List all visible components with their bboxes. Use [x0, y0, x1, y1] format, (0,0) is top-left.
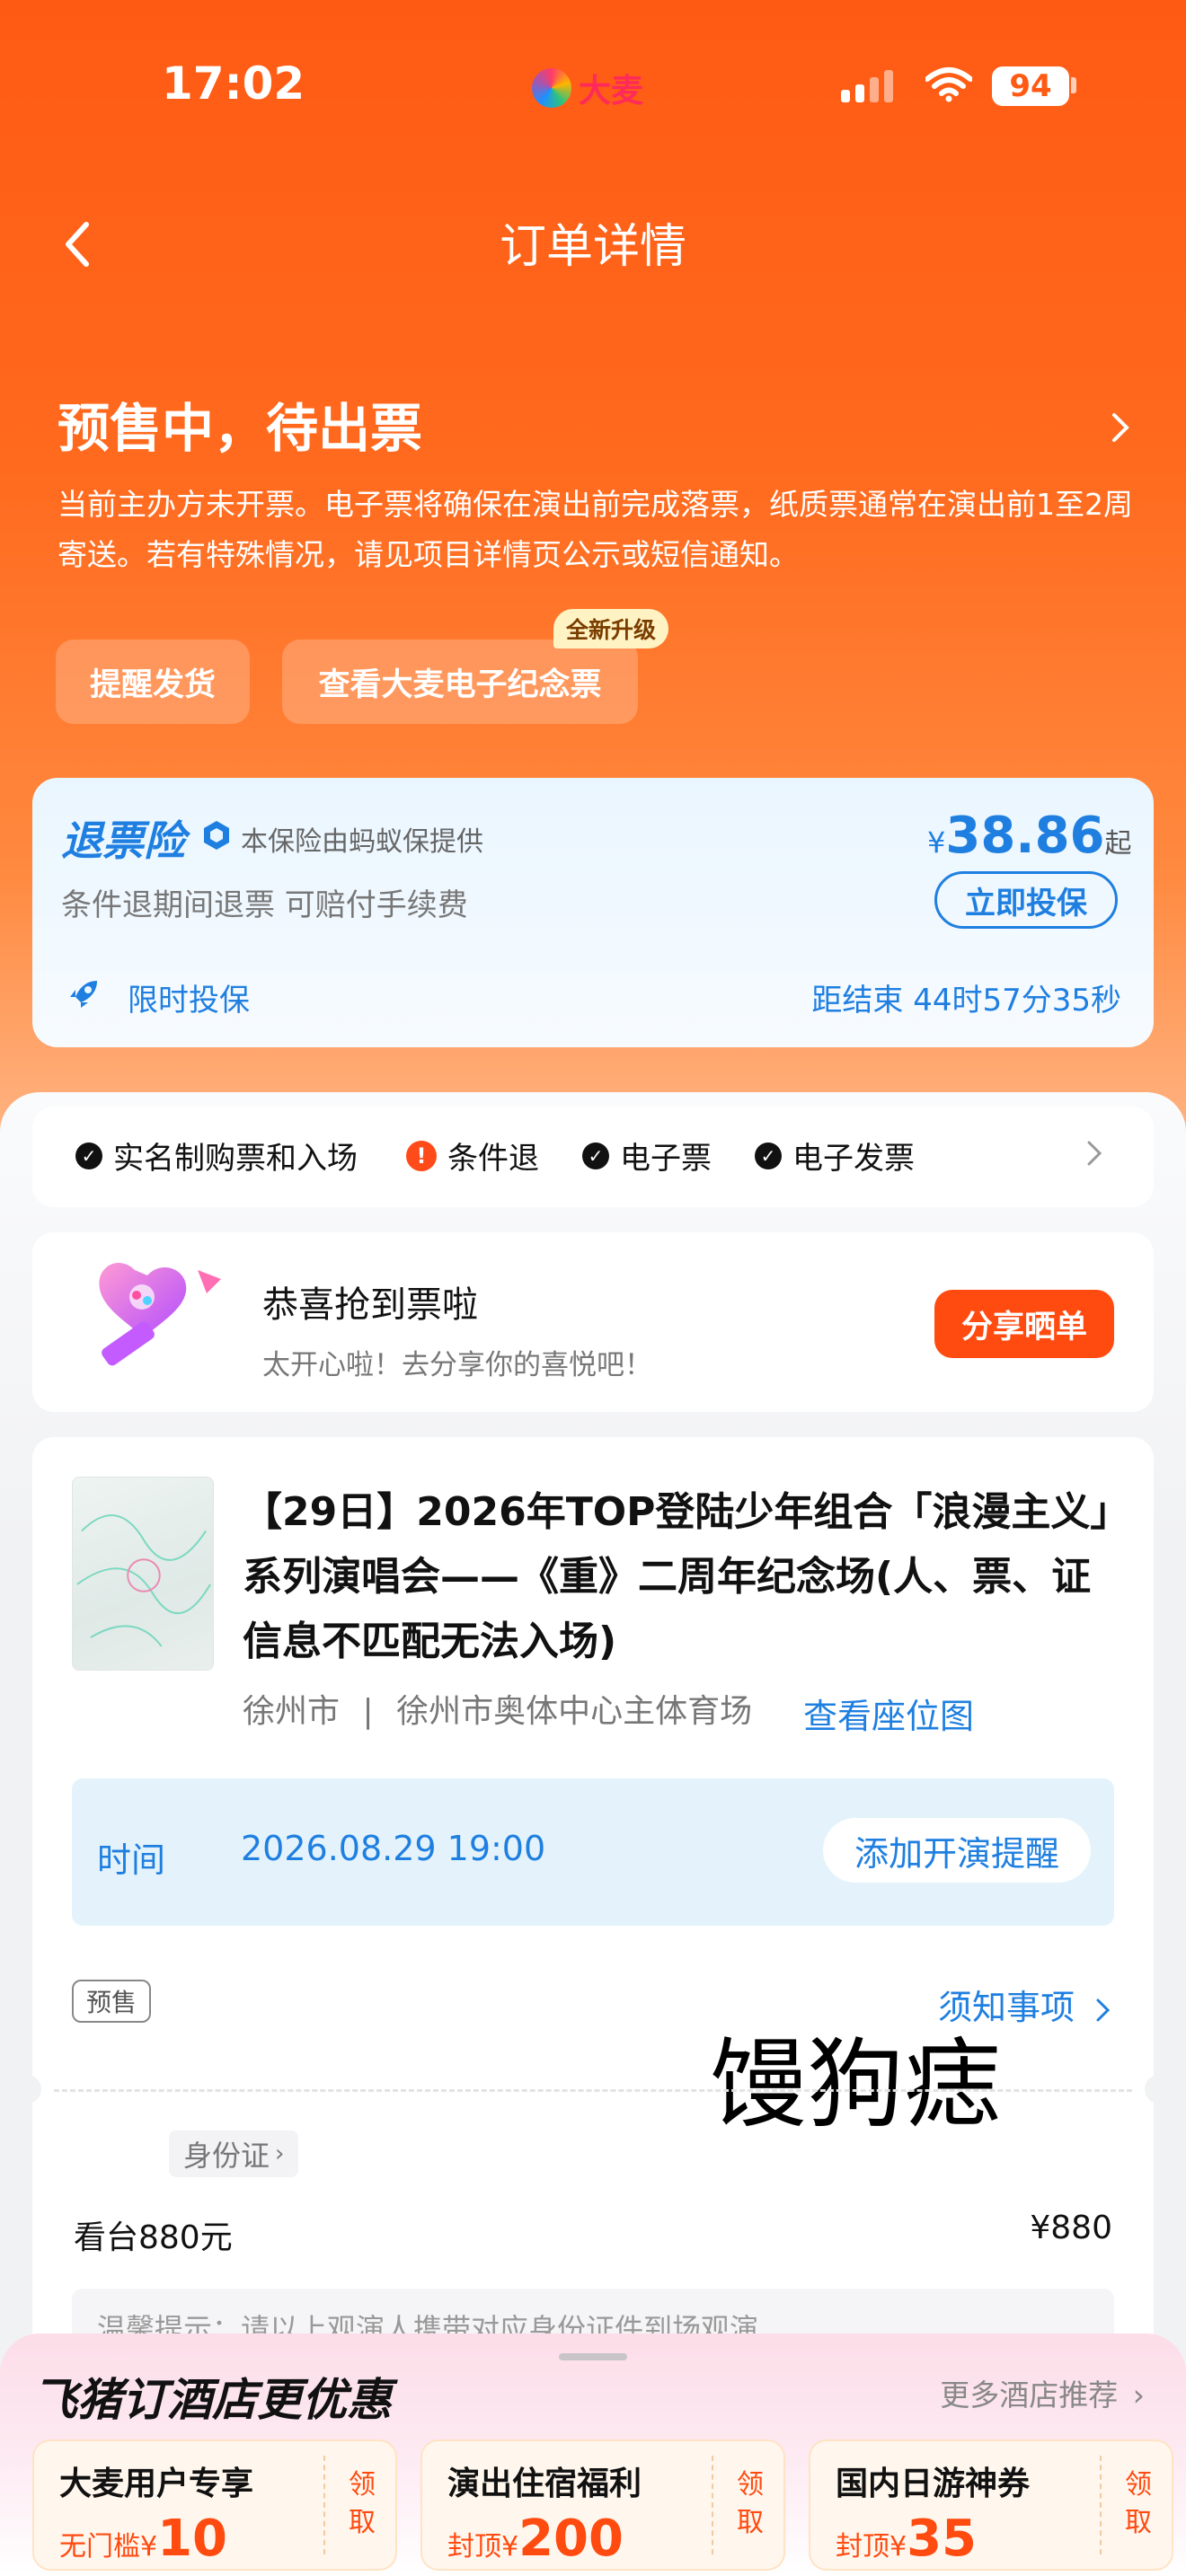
ant-insurance-icon	[204, 821, 229, 850]
coupon-card[interactable]: 演出住宿福利 封顶¥ 200 领取	[420, 2439, 785, 2571]
damai-logo-icon	[532, 68, 571, 108]
coupon-card[interactable]: 国内日游神券 封顶¥ 35 领取	[809, 2439, 1173, 2571]
check-icon: ✓	[582, 1142, 609, 1169]
battery-tip	[1071, 77, 1076, 93]
event-title[interactable]: 【29日】2026年TOP登陆少年组合「浪漫主义」系列演唱会——《重》二周年纪念…	[243, 1480, 1123, 1674]
share-button[interactable]: 分享晒单	[934, 1290, 1114, 1358]
price-value: 38.86	[945, 807, 1105, 865]
insurance-countdown: 距结束 44时57分35秒	[811, 983, 1121, 1019]
rocket-icon	[70, 981, 97, 1008]
event-venue-name: 徐州市奥体中心主体育场	[396, 1693, 753, 1730]
view-souvenir-ticket-button[interactable]: 查看大麦电子纪念票	[282, 640, 638, 724]
coupon-amount: 35	[907, 2510, 978, 2568]
order-status-description: 当前主办方未开票。电子票将确保在演出前完成落票，纸质票通常在演出前1至2周寄送。…	[58, 487, 1133, 572]
warning-icon: !	[406, 1140, 437, 1171]
coupon-divider	[712, 2456, 713, 2554]
coupon-divider	[1100, 2456, 1102, 2554]
ticket-divider	[54, 2089, 1132, 2092]
venue-separator: |	[362, 1693, 374, 1730]
congrats-subtitle: 太开心啦！去分享你的喜悦吧！	[262, 1349, 652, 1381]
more-hotels-label: 更多酒店推荐	[940, 2378, 1119, 2413]
battery-indicator: 94	[992, 66, 1069, 106]
time-label: 时间	[97, 1840, 166, 1880]
coupon-condition: 封顶¥	[447, 2531, 519, 2563]
ticket-type: 看台880元	[74, 2219, 233, 2256]
chevron-right-icon: ›	[275, 2140, 285, 2167]
coupon-title: 大麦用户专享	[59, 2466, 254, 2502]
check-icon: ✓	[755, 1142, 782, 1169]
remind-ship-button[interactable]: 提醒发货	[56, 640, 250, 724]
damai-app-name: 大麦	[579, 73, 644, 110]
damai-app-badge: 大麦	[532, 65, 643, 111]
congrats-title: 恭喜抢到票啦	[262, 1284, 478, 1326]
coupon-card[interactable]: 大麦用户专享 无门槛¥ 10 领取	[32, 2439, 397, 2571]
event-datetime: 2026.08.29 19:00	[241, 1829, 546, 1868]
status-time: 17:02	[162, 57, 305, 110]
insurance-subtitle: 条件退期间退票 可赔付手续费	[61, 887, 468, 923]
claim-coupon-button[interactable]: 领取	[1123, 2466, 1154, 2542]
ticket-price: ¥880	[1030, 2210, 1112, 2246]
coupon-condition: 无门槛¥	[59, 2531, 158, 2563]
order-status-title[interactable]: 预售中，待出票	[58, 386, 422, 462]
add-show-reminder-button[interactable]: 添加开演提醒	[823, 1818, 1091, 1883]
tag-e-invoice: ✓ 电子发票	[755, 1134, 915, 1178]
tag-e-ticket: ✓ 电子票	[582, 1134, 712, 1178]
page-title: 订单详情	[499, 220, 686, 274]
presale-badge: 预售	[72, 1980, 152, 2023]
chevron-right-icon[interactable]	[1111, 411, 1130, 444]
upgrade-badge: 全新升级	[553, 609, 669, 648]
heart-key-illustration	[99, 1262, 221, 1366]
overlay-handwritten-text: 馒狗痣	[710, 2029, 1002, 2141]
wifi-icon	[925, 67, 972, 102]
coupon-divider	[323, 2456, 325, 2554]
hotel-promo-title: 飞猪订酒店更优惠	[32, 2374, 392, 2426]
insurance-title: 退票险	[61, 816, 185, 865]
tag-conditional-refund: ! 条件退	[406, 1134, 539, 1178]
chevron-right-icon[interactable]	[1085, 1139, 1103, 1168]
coupon-title: 国内日游神券	[836, 2466, 1031, 2502]
seat-map-link[interactable]: 查看座位图	[803, 1689, 974, 1738]
sheet-drag-handle[interactable]	[559, 2353, 627, 2360]
claim-coupon-button[interactable]: 领取	[735, 2466, 766, 2542]
event-poster-image[interactable]	[72, 1477, 214, 1671]
event-venue: 徐州市 | 徐州市奥体中心主体育场	[243, 1685, 752, 1732]
buy-insurance-button[interactable]: 立即投保	[934, 871, 1118, 929]
coupon-amount: 10	[157, 2510, 228, 2568]
price-symbol: ¥	[927, 825, 946, 860]
price-suffix: 起	[1104, 828, 1132, 860]
chevron-right-icon	[1096, 1998, 1111, 2021]
tag-label: 实名制购票和入场	[113, 1141, 358, 1177]
tag-label: 电子票	[620, 1141, 712, 1177]
cellular-signal-icon	[841, 70, 893, 102]
check-icon: ✓	[75, 1142, 102, 1169]
event-city: 徐州市	[243, 1693, 341, 1730]
chevron-right-icon: ›	[1132, 2378, 1145, 2413]
coupon-title: 演出住宿福利	[447, 2466, 642, 2502]
coupon-condition: 封顶¥	[836, 2531, 907, 2563]
claim-coupon-button[interactable]: 领取	[347, 2466, 377, 2542]
id-type-chip: 身份证 ›	[169, 2130, 299, 2177]
tag-label: 条件退	[447, 1141, 539, 1177]
more-hotels-link[interactable]: 更多酒店推荐 ›	[940, 2371, 1145, 2414]
limited-time-label: 限时投保	[128, 983, 250, 1019]
coupon-amount: 200	[518, 2510, 624, 2568]
insurance-provider: 本保险由蚂蚁保提供	[241, 826, 483, 858]
id-type-label: 身份证	[183, 2139, 270, 2173]
insurance-price: ¥38.86起	[927, 807, 1132, 865]
tag-label: 电子发票	[792, 1141, 915, 1177]
tag-real-name: ✓ 实名制购票和入场	[75, 1134, 358, 1178]
